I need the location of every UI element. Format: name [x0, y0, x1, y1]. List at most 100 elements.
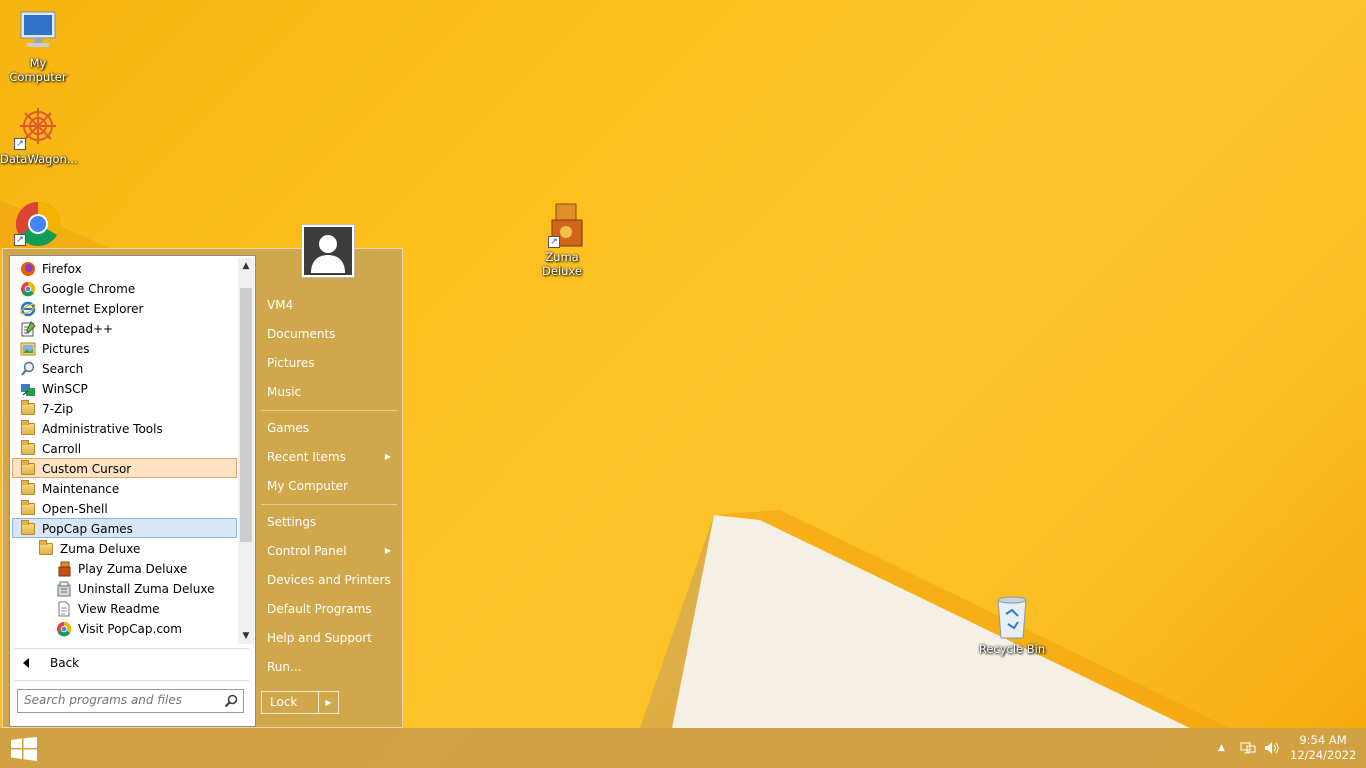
start-button[interactable] [10, 737, 38, 761]
search-box[interactable] [17, 689, 244, 713]
menu-item-control-panel[interactable]: Control Panel ▶ [261, 538, 397, 564]
program-label: Google Chrome [42, 282, 136, 296]
start-menu: Firefox Google Chrome Internet Explorer … [2, 224, 403, 729]
menu-item-help-and-support[interactable]: Help and Support [261, 625, 397, 651]
windows-logo-icon [11, 737, 37, 761]
shortcut-arrow-icon: ↗ [14, 138, 26, 150]
search-icon[interactable] [224, 694, 238, 708]
menu-item-run[interactable]: Run... [261, 654, 397, 680]
user-icon [304, 227, 352, 275]
menu-item-pictures[interactable]: Pictures [261, 350, 397, 376]
lock-options-arrow-icon[interactable]: ▶ [318, 692, 338, 713]
program-item-open-shell[interactable]: Open-Shell [12, 498, 237, 518]
menu-item-devices-and-printers[interactable]: Devices and Printers [261, 567, 397, 593]
menu-item-music[interactable]: Music [261, 379, 397, 405]
menu-label: Pictures [267, 356, 315, 370]
taskbar: ▲ 9:54 AM 12/24/2022 [0, 728, 1366, 768]
program-item-uninstall-zuma-deluxe[interactable]: Uninstall Zuma Deluxe [12, 578, 237, 598]
divider [14, 648, 249, 649]
chrome-icon: ↗ [14, 200, 62, 246]
folder-icon [20, 520, 36, 537]
program-item-custom-cursor[interactable]: Custom Cursor [12, 458, 237, 478]
program-item-internet-explorer[interactable]: Internet Explorer [12, 298, 237, 318]
program-item-pictures[interactable]: Pictures [12, 338, 237, 358]
program-label: Internet Explorer [42, 302, 144, 316]
chrome-icon [20, 281, 36, 297]
program-label: Visit PopCap.com [78, 622, 182, 636]
zuma-icon [56, 561, 72, 577]
program-item-winscp[interactable]: WinSCP [12, 378, 237, 398]
folder-icon [20, 460, 36, 477]
program-item-play-zuma-deluxe[interactable]: Play Zuma Deluxe [12, 558, 237, 578]
program-label: WinSCP [42, 382, 88, 396]
menu-label: Games [267, 421, 309, 435]
desktop-icon-my-computer[interactable]: My Computer [0, 8, 76, 84]
menu-label: My Computer [267, 479, 348, 493]
programs-scrollbar[interactable]: ▲ ▼ [238, 258, 254, 644]
menu-label: Run... [267, 660, 302, 674]
volume-icon[interactable] [1264, 741, 1280, 758]
network-icon[interactable] [1240, 741, 1256, 758]
submenu-arrow-icon: ▶ [384, 546, 391, 555]
program-item-google-chrome[interactable]: Google Chrome [12, 278, 237, 298]
program-label: Firefox [42, 262, 82, 276]
program-item-administrative-tools[interactable]: Administrative Tools [12, 418, 237, 438]
program-label: Uninstall Zuma Deluxe [78, 582, 215, 596]
program-item-notepadpp[interactable]: Notepad++ [12, 318, 237, 338]
program-item-search[interactable]: Search [12, 358, 237, 378]
program-item-7-zip[interactable]: 7-Zip [12, 398, 237, 418]
menu-item-recent-items[interactable]: Recent Items ▶ [261, 444, 397, 470]
lock-label: Lock [270, 695, 298, 709]
program-item-zuma-deluxe-folder[interactable]: Zuma Deluxe [12, 538, 237, 558]
program-label: Pictures [42, 342, 90, 356]
divider [261, 410, 397, 411]
monitor-icon [14, 8, 62, 54]
menu-item-games[interactable]: Games [261, 415, 397, 441]
desktop-icon-chrome[interactable]: ↗ [0, 200, 76, 248]
program-label: Custom Cursor [42, 462, 132, 476]
clock-time: 9:54 AM [1299, 733, 1347, 747]
menu-item-default-programs[interactable]: Default Programs [261, 596, 397, 622]
back-button[interactable]: Back [12, 652, 242, 674]
program-item-carroll[interactable]: Carroll [12, 438, 237, 458]
clock-date: 12/24/2022 [1290, 748, 1357, 762]
scroll-down-icon[interactable]: ▼ [238, 628, 254, 644]
program-label: Notepad++ [42, 322, 114, 336]
program-item-firefox[interactable]: Firefox [12, 258, 237, 278]
program-item-maintenance[interactable]: Maintenance [12, 478, 237, 498]
divider [14, 680, 249, 681]
scroll-up-icon[interactable]: ▲ [238, 258, 254, 274]
ie-icon [20, 301, 36, 317]
user-avatar[interactable] [301, 224, 355, 278]
firefox-icon [20, 261, 36, 277]
show-hidden-icons-icon[interactable]: ▲ [1218, 743, 1225, 753]
menu-label: Control Panel [267, 544, 347, 558]
menu-label: Help and Support [267, 631, 372, 645]
program-label: View Readme [78, 602, 160, 616]
program-item-popcap-games[interactable]: PopCap Games [12, 518, 237, 538]
search-icon [20, 361, 36, 377]
menu-label: Settings [267, 515, 317, 529]
program-item-visit-popcap[interactable]: Visit PopCap.com [12, 618, 237, 638]
menu-item-my-computer[interactable]: My Computer [261, 473, 397, 499]
desktop-icon-recycle-bin[interactable]: Recycle Bin [974, 594, 1050, 656]
scroll-thumb[interactable] [240, 288, 252, 542]
clock[interactable]: 9:54 AM 12/24/2022 [1290, 733, 1356, 763]
folder-icon [20, 480, 36, 497]
program-label: 7-Zip [42, 402, 74, 416]
notepadpp-icon [20, 321, 36, 337]
lock-button[interactable]: Lock ▶ [261, 691, 339, 714]
search-input[interactable] [24, 693, 209, 707]
folder-icon [20, 420, 36, 437]
program-item-view-readme[interactable]: View Readme [12, 598, 237, 618]
folder-icon [20, 440, 36, 457]
desktop-icon-datawagon[interactable]: ↗ DataWagon... [0, 104, 78, 166]
back-arrow-icon [23, 658, 29, 668]
desktop-icon-zuma-deluxe[interactable]: ↗ Zuma Deluxe [524, 202, 600, 278]
menu-item-vm4[interactable]: VM4 [261, 292, 397, 318]
menu-item-settings[interactable]: Settings [261, 509, 397, 535]
menu-item-documents[interactable]: Documents [261, 321, 397, 347]
program-label: Play Zuma Deluxe [78, 562, 188, 576]
start-menu-right-panel: VM4 Documents Pictures Music Games Recen… [258, 224, 402, 729]
folder-icon [20, 400, 36, 417]
